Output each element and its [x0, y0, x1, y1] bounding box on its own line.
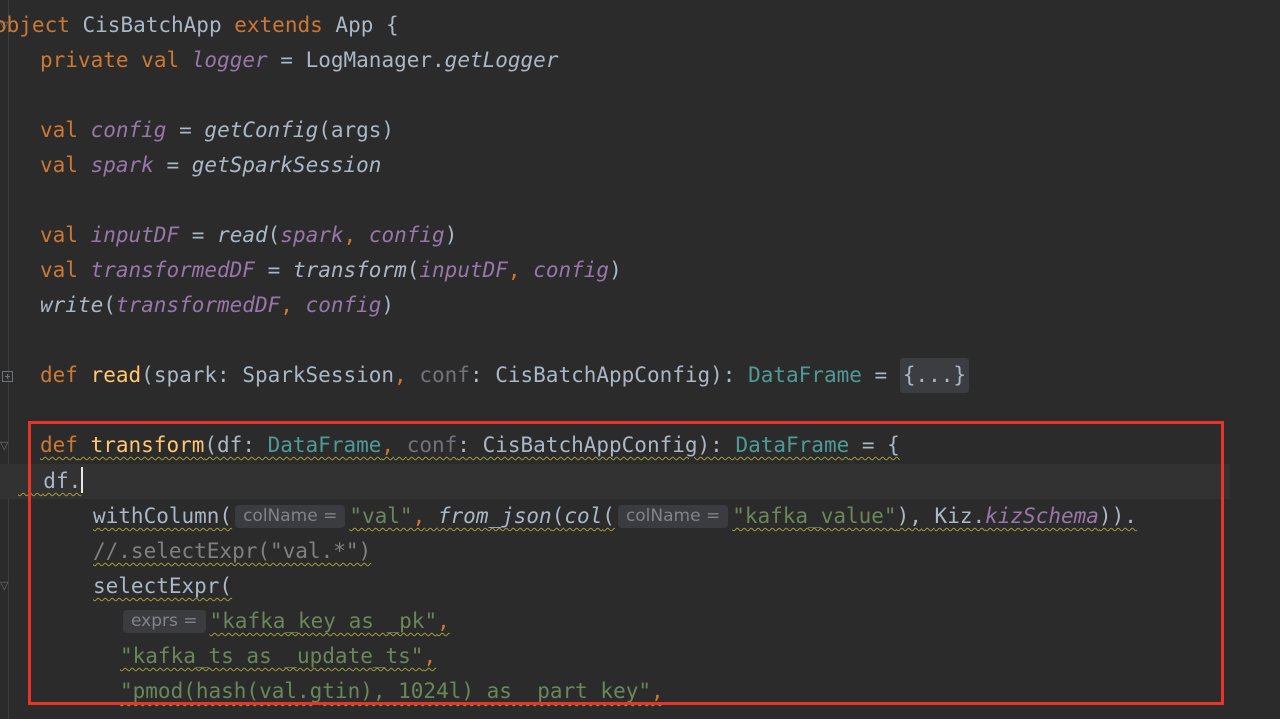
- paren: ): [381, 293, 395, 317]
- operator: =: [861, 363, 900, 387]
- field-name: config: [90, 118, 167, 142]
- argument: spark: [280, 223, 344, 247]
- parameter-type: : CisBatchAppConfig):: [469, 363, 749, 387]
- keyword: val: [40, 258, 78, 282]
- comma: ,: [280, 293, 293, 317]
- keyword: val: [40, 153, 78, 177]
- fold-expand-icon[interactable]: [2, 371, 13, 382]
- operator: =: [280, 48, 293, 72]
- code-editor[interactable]: ▽ ▽ ▽ object CisBatchApp extends App { p…: [0, 0, 1280, 719]
- paren: ): [609, 258, 622, 282]
- code-line-def-read[interactable]: def read(spark: SparkSession, conf: CisB…: [40, 358, 970, 393]
- code-line-logger[interactable]: private val logger = LogManager.getLogge…: [40, 43, 558, 78]
- return-type: DataFrame: [748, 363, 862, 387]
- field-name: transformedDF: [90, 258, 255, 282]
- brace: {: [386, 13, 399, 37]
- argument: config: [305, 293, 382, 317]
- operator: =: [166, 153, 180, 177]
- code-line-object-decl[interactable]: object CisBatchApp extends App {: [0, 8, 399, 43]
- keyword: extends: [234, 13, 323, 37]
- paren: ): [444, 223, 458, 247]
- field-name: logger: [191, 48, 268, 72]
- paren: (: [406, 258, 420, 282]
- gutter-divider: [8, 0, 9, 719]
- object-ref: LogManager.: [305, 48, 445, 72]
- keyword: def: [40, 363, 78, 387]
- field-name: spark: [90, 153, 154, 177]
- keyword: object: [0, 13, 70, 37]
- comma: ,: [394, 363, 407, 387]
- operator: =: [179, 118, 192, 142]
- code-line-write[interactable]: write(transformedDF, config): [40, 288, 394, 323]
- keyword: val: [40, 223, 78, 247]
- folded-code-region[interactable]: {...}: [899, 358, 970, 393]
- arguments: (args): [318, 118, 395, 142]
- function-name: read: [90, 363, 142, 387]
- keyword: private: [40, 48, 129, 72]
- method-call: getConfig: [204, 118, 319, 142]
- argument: transformedDF: [115, 293, 281, 317]
- operator: =: [191, 223, 205, 247]
- code-line-transformeddf[interactable]: val transformedDF = transform(inputDF, c…: [40, 253, 622, 288]
- code-line-config[interactable]: val config = getConfig(args): [40, 113, 394, 148]
- comma: ,: [507, 258, 521, 282]
- field-name: inputDF: [90, 223, 180, 247]
- argument: config: [368, 223, 445, 247]
- fold-collapse-icon[interactable]: ▽: [0, 440, 12, 452]
- fold-collapse-icon[interactable]: ▽: [0, 580, 12, 592]
- annotation-highlight-box: [28, 421, 1224, 705]
- operator: =: [267, 258, 281, 282]
- parameter: (spark: SparkSession: [141, 363, 395, 387]
- method-call: transform: [292, 258, 407, 282]
- keyword: val: [40, 118, 78, 142]
- method-call: write: [40, 293, 104, 317]
- argument: config: [533, 258, 610, 282]
- argument: inputDF: [419, 258, 508, 282]
- method-call: getSparkSession: [191, 153, 382, 177]
- keyword: val: [141, 48, 180, 72]
- code-line-spark[interactable]: val spark = getSparkSession: [40, 148, 381, 183]
- class-name: CisBatchApp: [82, 13, 222, 37]
- method-call: read: [217, 223, 268, 247]
- code-line-inputdf[interactable]: val inputDF = read(spark, config): [40, 218, 457, 253]
- comma: ,: [343, 223, 357, 247]
- method-call: getLogger: [444, 48, 559, 72]
- parent-type: App: [335, 13, 374, 37]
- paren: (: [267, 223, 281, 247]
- unused-parameter: conf: [419, 363, 470, 387]
- paren: (: [103, 293, 116, 317]
